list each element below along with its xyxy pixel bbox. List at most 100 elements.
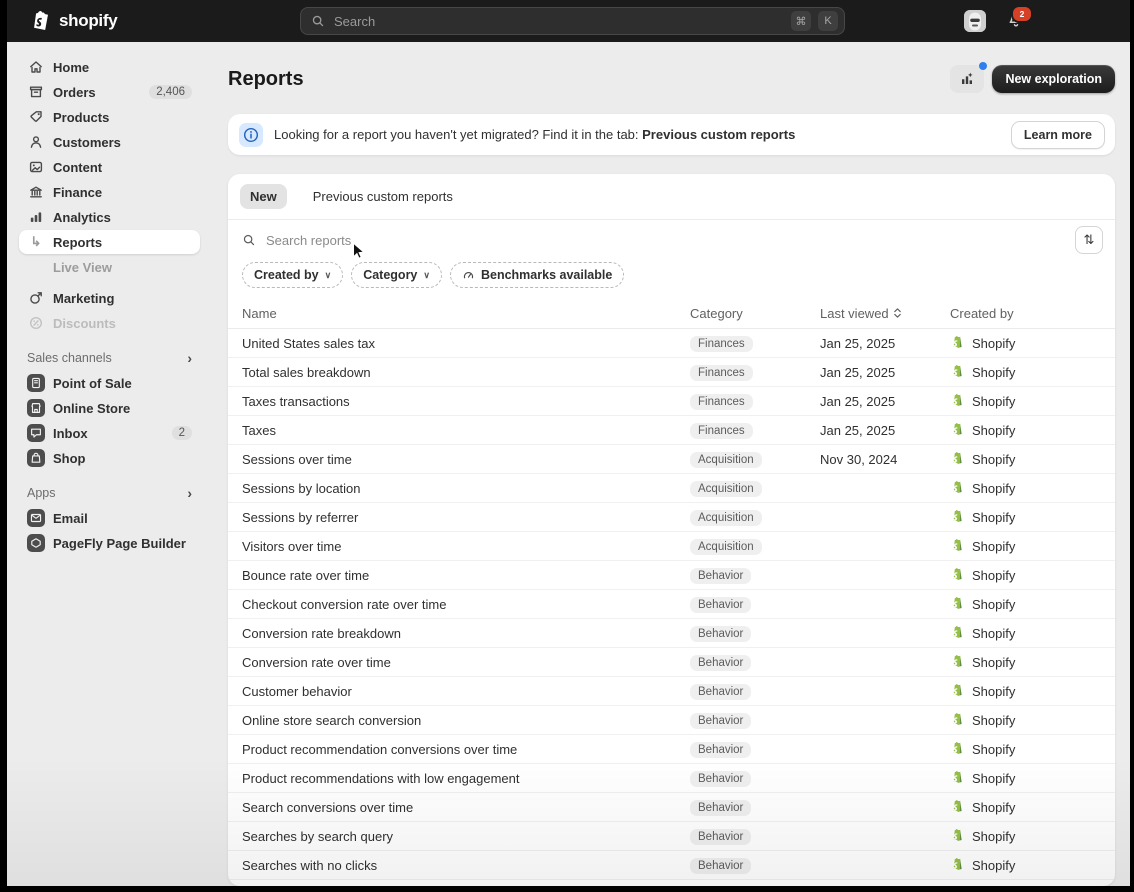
sidebar-item-inbox[interactable]: Inbox 2 — [19, 421, 200, 445]
sidebar-item-online-store[interactable]: Online Store — [19, 396, 200, 420]
created-by: Shopify — [950, 799, 1115, 815]
sidebar-item-pagefly[interactable]: PageFly Page Builder — [19, 531, 200, 555]
sidebar-item-orders[interactable]: Orders2,406 — [19, 80, 200, 104]
sidebar-item-label: Online Store — [53, 401, 130, 416]
category-badge: Behavior — [690, 742, 751, 758]
shopify-bag-icon — [950, 567, 965, 583]
topbar-search-input[interactable] — [332, 13, 784, 30]
report-name[interactable]: Conversion rate over time — [242, 655, 690, 670]
report-name[interactable]: Customer behavior — [242, 684, 690, 699]
sidebar-item-reports[interactable]: ↳Reports — [19, 230, 200, 254]
sidebar-item-home[interactable]: Home — [19, 55, 200, 79]
filter-benchmarks-available[interactable]: Benchmarks available — [450, 262, 624, 288]
reports-search-input[interactable] — [264, 232, 1067, 249]
header-actions: New exploration — [950, 65, 1115, 93]
table-row[interactable]: TaxesFinancesJan 25, 2025Shopify — [228, 416, 1115, 445]
sidebar-item-label: Discounts — [53, 316, 116, 331]
shopify-bag-icon — [950, 422, 965, 438]
products-icon — [27, 109, 45, 125]
table-row[interactable]: Visitors over timeAcquisition Shopify — [228, 532, 1115, 561]
sidebar-item-products[interactable]: Products — [19, 105, 200, 129]
table-row[interactable]: Product recommendations with low engagem… — [228, 764, 1115, 793]
category-badge: Acquisition — [690, 539, 762, 555]
sidebar-item-badge: 2 — [172, 426, 192, 440]
report-name[interactable]: Checkout conversion rate over time — [242, 597, 690, 612]
table-row[interactable]: Bounce rate over timeBehaviorShopify — [228, 561, 1115, 590]
report-name[interactable]: Product recommendation conversions over … — [242, 742, 690, 757]
sidebar-item-discounts[interactable]: Discounts — [19, 311, 200, 335]
table-row[interactable]: Searches by search queryBehaviorShopify — [228, 822, 1115, 851]
sidebar-item-customers[interactable]: Customers — [19, 130, 200, 154]
shopify-bag-icon — [950, 828, 965, 844]
sidebar-item-label: Inbox — [53, 426, 88, 441]
sidebar-section-apps[interactable]: Apps› — [19, 486, 200, 500]
report-name[interactable]: United States sales tax — [242, 336, 690, 351]
topbar-search[interactable]: ⌘ K — [300, 7, 845, 35]
filter-category[interactable]: Category∨ — [351, 262, 442, 288]
sidebar-item-marketing[interactable]: Marketing — [19, 286, 200, 310]
table-row[interactable]: United States sales taxFinancesJan 25, 2… — [228, 329, 1115, 358]
sidebar-item-analytics[interactable]: Analytics — [19, 205, 200, 229]
tab-new[interactable]: New — [240, 184, 287, 209]
created-by: Shopify — [950, 538, 1115, 554]
last-viewed: Jan 25, 2025 — [820, 423, 950, 438]
sidebar-item-finance[interactable]: Finance — [19, 180, 200, 204]
report-name[interactable]: Taxes — [242, 423, 690, 438]
table-row[interactable]: Search conversions over timeBehaviorShop… — [228, 793, 1115, 822]
sidebar-item-email[interactable]: Email — [19, 506, 200, 530]
sidebar-item-point-of-sale[interactable]: Point of Sale — [19, 371, 200, 395]
sidebar-item-label: Reports — [53, 235, 102, 250]
notification-count-badge: 2 — [1011, 5, 1033, 23]
table-row[interactable]: Online store search conversionBehaviorSh… — [228, 706, 1115, 735]
report-name[interactable]: Bounce rate over time — [242, 568, 690, 583]
column-header-last-viewed[interactable]: Last viewed — [820, 306, 950, 321]
report-name[interactable]: Sessions over time — [242, 452, 690, 467]
table-row[interactable]: Product recommendation conversions over … — [228, 735, 1115, 764]
table-row[interactable]: Searches with no clicksBehaviorShopify — [228, 851, 1115, 880]
learn-more-button[interactable]: Learn more — [1011, 121, 1105, 149]
shopify-bag-icon — [950, 799, 965, 815]
created-by: Shopify — [950, 770, 1115, 786]
report-name[interactable]: Sessions by location — [242, 481, 690, 496]
category-badge: Finances — [690, 394, 753, 410]
exploration-icon-button[interactable] — [950, 65, 984, 93]
sidebar-section-sales-channels[interactable]: Sales channels› — [19, 351, 200, 365]
notifications-button[interactable]: 2 — [1006, 11, 1026, 31]
report-name[interactable]: Searches by search query — [242, 829, 690, 844]
report-name[interactable]: Searches with no clicks — [242, 858, 690, 873]
report-name[interactable]: Visitors over time — [242, 539, 690, 554]
report-name[interactable]: Product recommendations with low engagem… — [242, 771, 690, 786]
sidebar-item-label: Orders — [53, 85, 96, 100]
sidebar-item-live-view[interactable]: Live View — [45, 255, 200, 279]
table-row[interactable]: Conversion rate breakdownBehaviorShopify — [228, 619, 1115, 648]
report-name[interactable]: Online store search conversion — [242, 713, 690, 728]
category-badge: Finances — [690, 365, 753, 381]
email-icon — [27, 509, 45, 527]
table-row[interactable]: Sessions by locationAcquisitionShopify — [228, 474, 1115, 503]
report-name[interactable]: Taxes transactions — [242, 394, 690, 409]
table-row[interactable]: Searches with no resultsBehaviorShopify — [228, 880, 1115, 886]
section-label: Apps — [27, 486, 56, 500]
table-row[interactable]: Total sales breakdownFinancesJan 25, 202… — [228, 358, 1115, 387]
sidebar-item-shop[interactable]: Shop — [19, 446, 200, 470]
tab-previous-custom-reports[interactable]: Previous custom reports — [303, 184, 463, 209]
store-avatar[interactable] — [964, 10, 986, 32]
table-header-row: Name Category Last viewed Created by — [228, 298, 1115, 329]
sidebar-item-content[interactable]: Content — [19, 155, 200, 179]
new-exploration-button[interactable]: New exploration — [992, 65, 1115, 93]
report-name[interactable]: Search conversions over time — [242, 800, 690, 815]
table-row[interactable]: Sessions by referrerAcquisitionShopify — [228, 503, 1115, 532]
table-row[interactable]: Customer behaviorBehaviorShopify — [228, 677, 1115, 706]
table-row[interactable]: Conversion rate over timeBehaviorShopify — [228, 648, 1115, 677]
category-badge: Behavior — [690, 655, 751, 671]
filter-created-by[interactable]: Created by∨ — [242, 262, 343, 288]
pagefly-icon — [27, 534, 45, 552]
report-name[interactable]: Sessions by referrer — [242, 510, 690, 525]
report-name[interactable]: Conversion rate breakdown — [242, 626, 690, 641]
table-row[interactable]: Checkout conversion rate over timeBehavi… — [228, 590, 1115, 619]
shopify-bag-icon — [950, 451, 965, 467]
table-row[interactable]: Sessions over timeAcquisitionNov 30, 202… — [228, 445, 1115, 474]
report-name[interactable]: Total sales breakdown — [242, 365, 690, 380]
table-row[interactable]: Taxes transactionsFinancesJan 25, 2025Sh… — [228, 387, 1115, 416]
sort-button[interactable]: ⇅ — [1075, 226, 1103, 254]
